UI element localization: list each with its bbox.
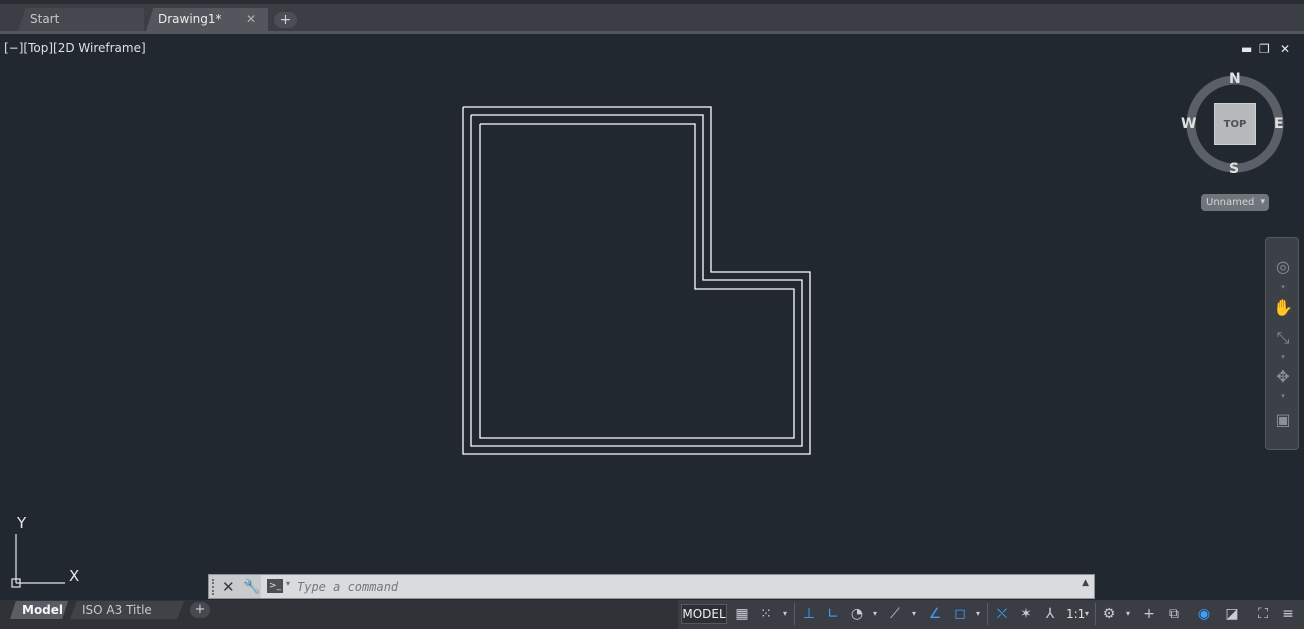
command-history-arrow-icon[interactable]: ▲	[1082, 578, 1089, 588]
gear-icon[interactable]: ⚙	[1098, 603, 1120, 625]
customization-menu-icon[interactable]: ≡	[1277, 603, 1299, 625]
wrench-icon[interactable]: 🔧	[243, 577, 260, 597]
chevron-down-icon[interactable]: ▾	[286, 579, 290, 588]
showmotion-icon[interactable]: ▣	[1271, 408, 1295, 432]
viewcube-top-face[interactable]: TOP	[1214, 103, 1256, 145]
ucs-icon	[11, 534, 65, 588]
compass-east[interactable]: E	[1274, 116, 1284, 132]
add-layout-button[interactable]: +	[190, 602, 210, 618]
wall-inner-outline[interactable]	[479, 123, 795, 439]
compass-north[interactable]: N	[1229, 71, 1241, 87]
navigation-bar: ◎ ▾ ✋ ⤡ ▾ ✥ ▾ ▣	[1265, 237, 1299, 450]
zoom-extents-icon[interactable]: ⤡	[1271, 326, 1295, 350]
chevron-down-icon[interactable]: ▾	[973, 603, 983, 625]
chevron-down-icon[interactable]: ▾	[1279, 393, 1287, 400]
chevron-down-icon[interactable]: ▾	[1279, 284, 1287, 291]
chevron-down-icon[interactable]: ▾	[1123, 603, 1133, 625]
close-icon[interactable]: ✕	[222, 577, 235, 597]
separator	[794, 603, 795, 625]
command-line-grip[interactable]	[212, 579, 218, 595]
chevron-down-icon[interactable]: ▾	[1279, 354, 1287, 361]
isolate-objects-icon[interactable]: ⧉	[1163, 603, 1185, 625]
annotation-visibility-icon[interactable]: ⛌	[991, 603, 1013, 625]
layout-tab-model[interactable]: Model	[10, 601, 68, 619]
isodraft-icon[interactable]: ⟋	[884, 603, 906, 625]
object-snap-icon[interactable]: ◻	[949, 603, 971, 625]
separator	[1095, 603, 1096, 625]
chevron-down-icon[interactable]: ▾	[909, 603, 919, 625]
separator	[987, 603, 988, 625]
model-space-button[interactable]: MODEL	[681, 604, 727, 624]
chevron-down-icon[interactable]: ▾	[1082, 603, 1092, 625]
infer-constraints-icon[interactable]: ⊥	[798, 603, 820, 625]
grid-icon[interactable]: ▦	[731, 603, 753, 625]
polar-tracking-icon[interactable]: ◔	[846, 603, 868, 625]
plus-icon[interactable]: +	[1138, 603, 1160, 625]
wall-middle-outline[interactable]	[470, 114, 803, 447]
full-screen-icon[interactable]: ⛶	[1252, 603, 1274, 625]
ucs-x-label: X	[69, 567, 80, 585]
ucs-menu-label: Unnamed	[1206, 197, 1255, 208]
command-prompt-icon[interactable]: >_	[267, 579, 283, 593]
chevron-down-icon: ▾	[1260, 197, 1265, 207]
drawing-canvas[interactable]	[0, 0, 1304, 629]
compass-west[interactable]: W	[1181, 116, 1196, 132]
ucs-y-label: Y	[17, 514, 27, 532]
orbit-icon[interactable]: ✥	[1271, 365, 1295, 389]
ucs-menu-dropdown[interactable]: Unnamed ▾	[1201, 194, 1269, 211]
autocad-window: Start Drawing1* ✕ + [−][Top][2D Wirefram…	[0, 0, 1304, 629]
command-input[interactable]	[297, 578, 1057, 595]
command-input-box: >_ ▾ ▲	[261, 575, 1094, 598]
layout-tab-iso-a3[interactable]: ISO A3 Title Block	[70, 601, 184, 619]
compass-south[interactable]: S	[1229, 161, 1239, 177]
pan-hand-icon[interactable]: ✋	[1271, 296, 1295, 320]
snap-icon[interactable]: ⁙	[755, 603, 777, 625]
ortho-icon[interactable]: ∟	[822, 603, 844, 625]
chevron-down-icon[interactable]: ▾	[870, 603, 880, 625]
object-snap-tracking-icon[interactable]: ∠	[924, 603, 946, 625]
chevron-down-icon[interactable]: ▾	[780, 603, 790, 625]
hardware-acceleration-icon[interactable]: ◉	[1193, 603, 1215, 625]
annotation-scale-icon[interactable]: ⅄	[1039, 603, 1061, 625]
auto-scale-icon[interactable]: ✶	[1015, 603, 1037, 625]
command-line: ✕ 🔧 >_ ▾ ▲	[208, 574, 1095, 599]
steering-wheel-icon[interactable]: ◎	[1271, 255, 1295, 279]
clean-screen-icon[interactable]: ◪	[1221, 603, 1243, 625]
